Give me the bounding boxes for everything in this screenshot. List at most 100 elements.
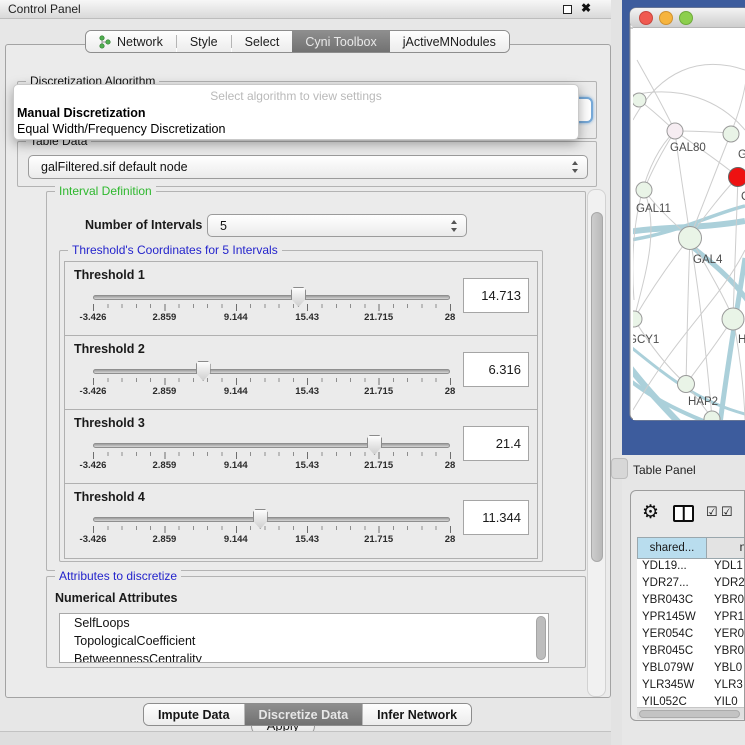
- interval-definition-group: Interval Definition Number of Intervals …: [46, 191, 586, 571]
- node[interactable]: [632, 93, 646, 107]
- threshold-1-block: Threshold 1 -3.426 2.859 9.144 15.43 21.…: [65, 262, 537, 336]
- scale-label: 28: [445, 460, 456, 471]
- table-panel-title: Table Panel: [633, 463, 696, 477]
- desktop-strip: [622, 420, 745, 455]
- scale-label: 9.144: [224, 460, 248, 471]
- float-window-icon[interactable]: [563, 5, 572, 14]
- numerical-attributes-list[interactable]: SelfLoops TopologicalCoefficient Between…: [59, 613, 549, 663]
- scale-label: -3.426: [80, 386, 107, 397]
- scale-label: 9.144: [224, 312, 248, 323]
- node-gal80[interactable]: [667, 123, 683, 139]
- cell: YER0: [714, 628, 744, 640]
- column-layout-icon[interactable]: [673, 505, 694, 522]
- list-item[interactable]: BetweennessCentrality: [60, 650, 548, 663]
- dropdown-option-equal-width[interactable]: Equal Width/Frequency Discretization: [17, 122, 225, 136]
- dropdown-option-manual[interactable]: Manual Discretization: [17, 106, 146, 120]
- splitter-handle[interactable]: [611, 458, 628, 479]
- cell: YBR045C: [642, 645, 693, 657]
- table-hscrollbar-thumb[interactable]: [639, 710, 740, 718]
- panel-scrollbar-track[interactable]: [587, 189, 606, 697]
- node-gal11[interactable]: [636, 182, 652, 198]
- slider-track[interactable]: [93, 369, 450, 374]
- slider-track[interactable]: [93, 517, 450, 522]
- list-item[interactable]: SelfLoops: [60, 614, 548, 632]
- threshold-3-value-field[interactable]: 21.4: [463, 426, 529, 461]
- threshold-4-value-field[interactable]: 11.344: [463, 500, 529, 535]
- threshold-4-slider: -3.426 2.859 9.144 15.43 21.715 28: [93, 484, 450, 558]
- table-row[interactable]: YPR145W YPR1: [637, 610, 745, 627]
- table-row[interactable]: YBL079WYBL0: [637, 661, 745, 678]
- tab-cyni-toolbox[interactable]: Cyni Toolbox: [292, 31, 389, 52]
- tab-impute-data[interactable]: Impute Data: [144, 704, 245, 725]
- cell: YPR1: [714, 611, 744, 623]
- table-row[interactable]: YER054CYER0: [637, 627, 745, 644]
- tab-style[interactable]: Style: [177, 31, 231, 52]
- slider-track[interactable]: [93, 295, 450, 300]
- table-row[interactable]: YBR045C YBR0: [637, 644, 745, 661]
- node-label: GAL4: [693, 254, 723, 266]
- slider-track[interactable]: [93, 443, 450, 448]
- threshold-4-block: Threshold 4 -3.426 2.859 9.144 15.43 21.…: [65, 484, 537, 558]
- threshold-1-value-field[interactable]: 14.713: [463, 278, 529, 313]
- slider-major-ticks: [93, 526, 451, 533]
- interval-definition-label: Interval Definition: [55, 184, 156, 198]
- table-row[interactable]: YDR27...YDR2: [637, 576, 745, 593]
- panel-splitter[interactable]: [611, 0, 622, 745]
- tab-jactivemnodules[interactable]: jActiveMNodules: [390, 31, 509, 52]
- checkbox-icon[interactable]: ☑: [706, 504, 718, 520]
- bottom-tab-bar: Impute Data Discretize Data Infer Networ…: [143, 703, 472, 726]
- close-icon[interactable]: ✖: [581, 1, 591, 15]
- number-of-intervals-combo[interactable]: 5: [207, 214, 467, 237]
- cell: YDL1: [714, 560, 743, 572]
- combo-spinner-icon: [571, 160, 580, 174]
- cell: YDL19...: [642, 560, 687, 572]
- panel-scrollbar-thumb[interactable]: [591, 212, 603, 562]
- scale-label: 15.43: [295, 312, 319, 323]
- tab-select-label: Select: [245, 35, 280, 49]
- minimize-traffic-light[interactable]: [660, 12, 673, 25]
- node-h[interactable]: [722, 308, 744, 330]
- tab-network-label: Network: [117, 35, 163, 49]
- threshold-2-block: Threshold 2 -3.426 2.859 9.144 15.43 21.…: [65, 336, 537, 410]
- table-hscrollbar-track[interactable]: [637, 707, 745, 719]
- control-panel-titlebar: Control Panel ✖: [0, 0, 622, 19]
- algorithm-dropdown-popup: Select algorithm to view settings Manual…: [13, 84, 579, 140]
- node-selected-red[interactable]: [729, 168, 745, 187]
- tab-infer-network[interactable]: Infer Network: [363, 704, 471, 725]
- table-row[interactable]: YDL19... YDL1: [637, 559, 745, 576]
- cell: YLR345W: [642, 679, 694, 691]
- gear-icon[interactable]: ⚙: [642, 501, 659, 524]
- close-traffic-light[interactable]: [640, 12, 653, 25]
- table-data-combo[interactable]: galFiltered.sif default node: [28, 155, 588, 179]
- cyni-toolbox-panel: Discretization Algorithm Select algorith…: [5, 44, 611, 698]
- tab-cyni-toolbox-label: Cyni Toolbox: [305, 35, 376, 49]
- tab-style-label: Style: [190, 35, 218, 49]
- zoom-traffic-light[interactable]: [680, 12, 693, 25]
- checkbox-icon[interactable]: ☑: [721, 504, 733, 520]
- node-gal4[interactable]: [679, 227, 702, 250]
- table-row[interactable]: YIL052CYIL0: [637, 695, 745, 707]
- cell: YBR0: [714, 645, 744, 657]
- table-data-group: Table Data galFiltered.sif default node: [17, 141, 597, 187]
- tab-select[interactable]: Select: [232, 31, 293, 52]
- network-view-window[interactable]: GAL80 GA C GAL11 GAL4 GCY1 H HAP2: [622, 0, 745, 455]
- list-scrollbar[interactable]: [536, 616, 546, 660]
- node-ga[interactable]: [723, 126, 739, 142]
- column-header-name[interactable]: n: [707, 537, 745, 559]
- column-header-shared[interactable]: shared...: [637, 537, 707, 559]
- slider-major-ticks: [93, 304, 451, 311]
- table-row[interactable]: YLR345WYLR3: [637, 678, 745, 695]
- tab-network[interactable]: Network: [86, 31, 176, 52]
- number-of-intervals-value: 5: [220, 219, 227, 233]
- node-hap2[interactable]: [678, 376, 695, 393]
- node-label: C: [741, 191, 745, 203]
- top-tab-bar: Network Style Select Cyni Toolbox jActiv…: [85, 30, 510, 53]
- threshold-2-value-field[interactable]: 6.316: [463, 352, 529, 387]
- table-row[interactable]: YBR043CYBR0: [637, 593, 745, 610]
- node-label: GAL80: [670, 142, 706, 154]
- cell: YDR2: [714, 577, 745, 589]
- tab-discretize-data[interactable]: Discretize Data: [245, 704, 364, 725]
- cell: YPR145W: [642, 611, 696, 623]
- list-item[interactable]: TopologicalCoefficient: [60, 632, 548, 650]
- table-body[interactable]: YDL19... YDL1 YDR27...YDR2 YBR043CYBR0 YP…: [637, 559, 745, 707]
